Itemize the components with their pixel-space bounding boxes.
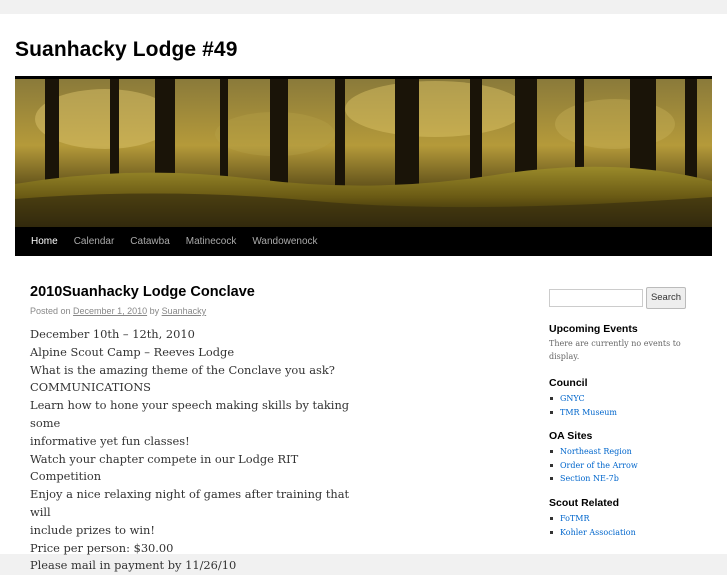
forest-banner-graphic [15, 79, 712, 227]
nav-item-home[interactable]: Home [23, 227, 66, 256]
upcoming-events-title: Upcoming Events [549, 323, 638, 335]
post-line: informative yet fun classes! [30, 433, 190, 448]
post-body: December 10th – 12th, 2010 Alpine Scout … [30, 326, 360, 575]
link-gnyc[interactable]: GNYC [549, 392, 689, 406]
scout-related-title: Scout Related [549, 497, 620, 509]
search-input[interactable] [549, 289, 643, 307]
link-northeast-region[interactable]: Northeast Region [549, 445, 689, 459]
nav-item-calendar[interactable]: Calendar [66, 227, 123, 256]
link-kohler-association[interactable]: Kohler Association [549, 526, 689, 540]
link-order-of-the-arrow[interactable]: Order of the Arrow [549, 459, 689, 473]
scout-related-widget: Scout Related FoTMR Kohler Association [549, 497, 689, 539]
post-line: include prizes to win! [30, 522, 155, 537]
search-button[interactable]: Search [646, 287, 686, 309]
oa-sites-widget: OA Sites Northeast Region Order of the A… [549, 430, 689, 486]
post-author-link[interactable]: Suanhacky [162, 306, 207, 316]
post-title[interactable]: 2010Suanhacky Lodge Conclave [30, 284, 360, 300]
posted-on-label: Posted on [30, 306, 71, 316]
post-line: Alpine Scout Camp – Reeves Lodge [30, 344, 235, 359]
post-line: Enjoy a nice relaxing night of games aft… [30, 487, 350, 519]
link-fotmr[interactable]: FoTMR [549, 512, 689, 526]
post-line: What is the amazing theme of the Conclav… [30, 362, 335, 377]
post-line: Price per person: $30.00 [30, 540, 174, 555]
nav-item-wandowenock[interactable]: Wandowenock [244, 227, 325, 256]
council-title: Council [549, 377, 588, 389]
site-title[interactable]: Suanhacky Lodge #49 [15, 38, 237, 62]
post-line: December 10th – 12th, 2010 [30, 327, 195, 341]
post-line: Learn how to hone your speech making ski… [30, 398, 350, 430]
main-nav: Home Calendar Catawba Matinecock Wandowe… [15, 227, 712, 256]
link-section-ne-7b[interactable]: Section NE-7b [549, 472, 689, 486]
nav-item-catawba[interactable]: Catawba [122, 227, 177, 256]
header-banner-image [15, 79, 712, 227]
link-tmr-museum[interactable]: TMR Museum [549, 406, 689, 420]
post-date-link[interactable]: December 1, 2010 [73, 306, 147, 316]
post-meta: Posted on December 1, 2010 by Suanhacky [30, 306, 360, 316]
post-line: Watch your chapter compete in our Lodge … [30, 451, 299, 484]
post-line: Please mail in payment by 11/26/10 [30, 558, 237, 573]
no-events-text: There are currently no events to display… [549, 339, 681, 361]
oa-sites-title: OA Sites [549, 430, 593, 442]
post-line: COMMUNICATIONS [30, 380, 151, 395]
upcoming-events-widget: Upcoming Events There are currently no e… [549, 323, 689, 363]
by-label: by [149, 306, 160, 316]
post-content: 2010Suanhacky Lodge Conclave Posted on D… [30, 284, 360, 575]
page-wrapper: Suanhacky Lodge #49 Home Calendar Catawb… [0, 14, 727, 572]
council-widget: Council GNYC TMR Museum [549, 377, 689, 419]
nav-item-matinecock[interactable]: Matinecock [178, 227, 245, 256]
